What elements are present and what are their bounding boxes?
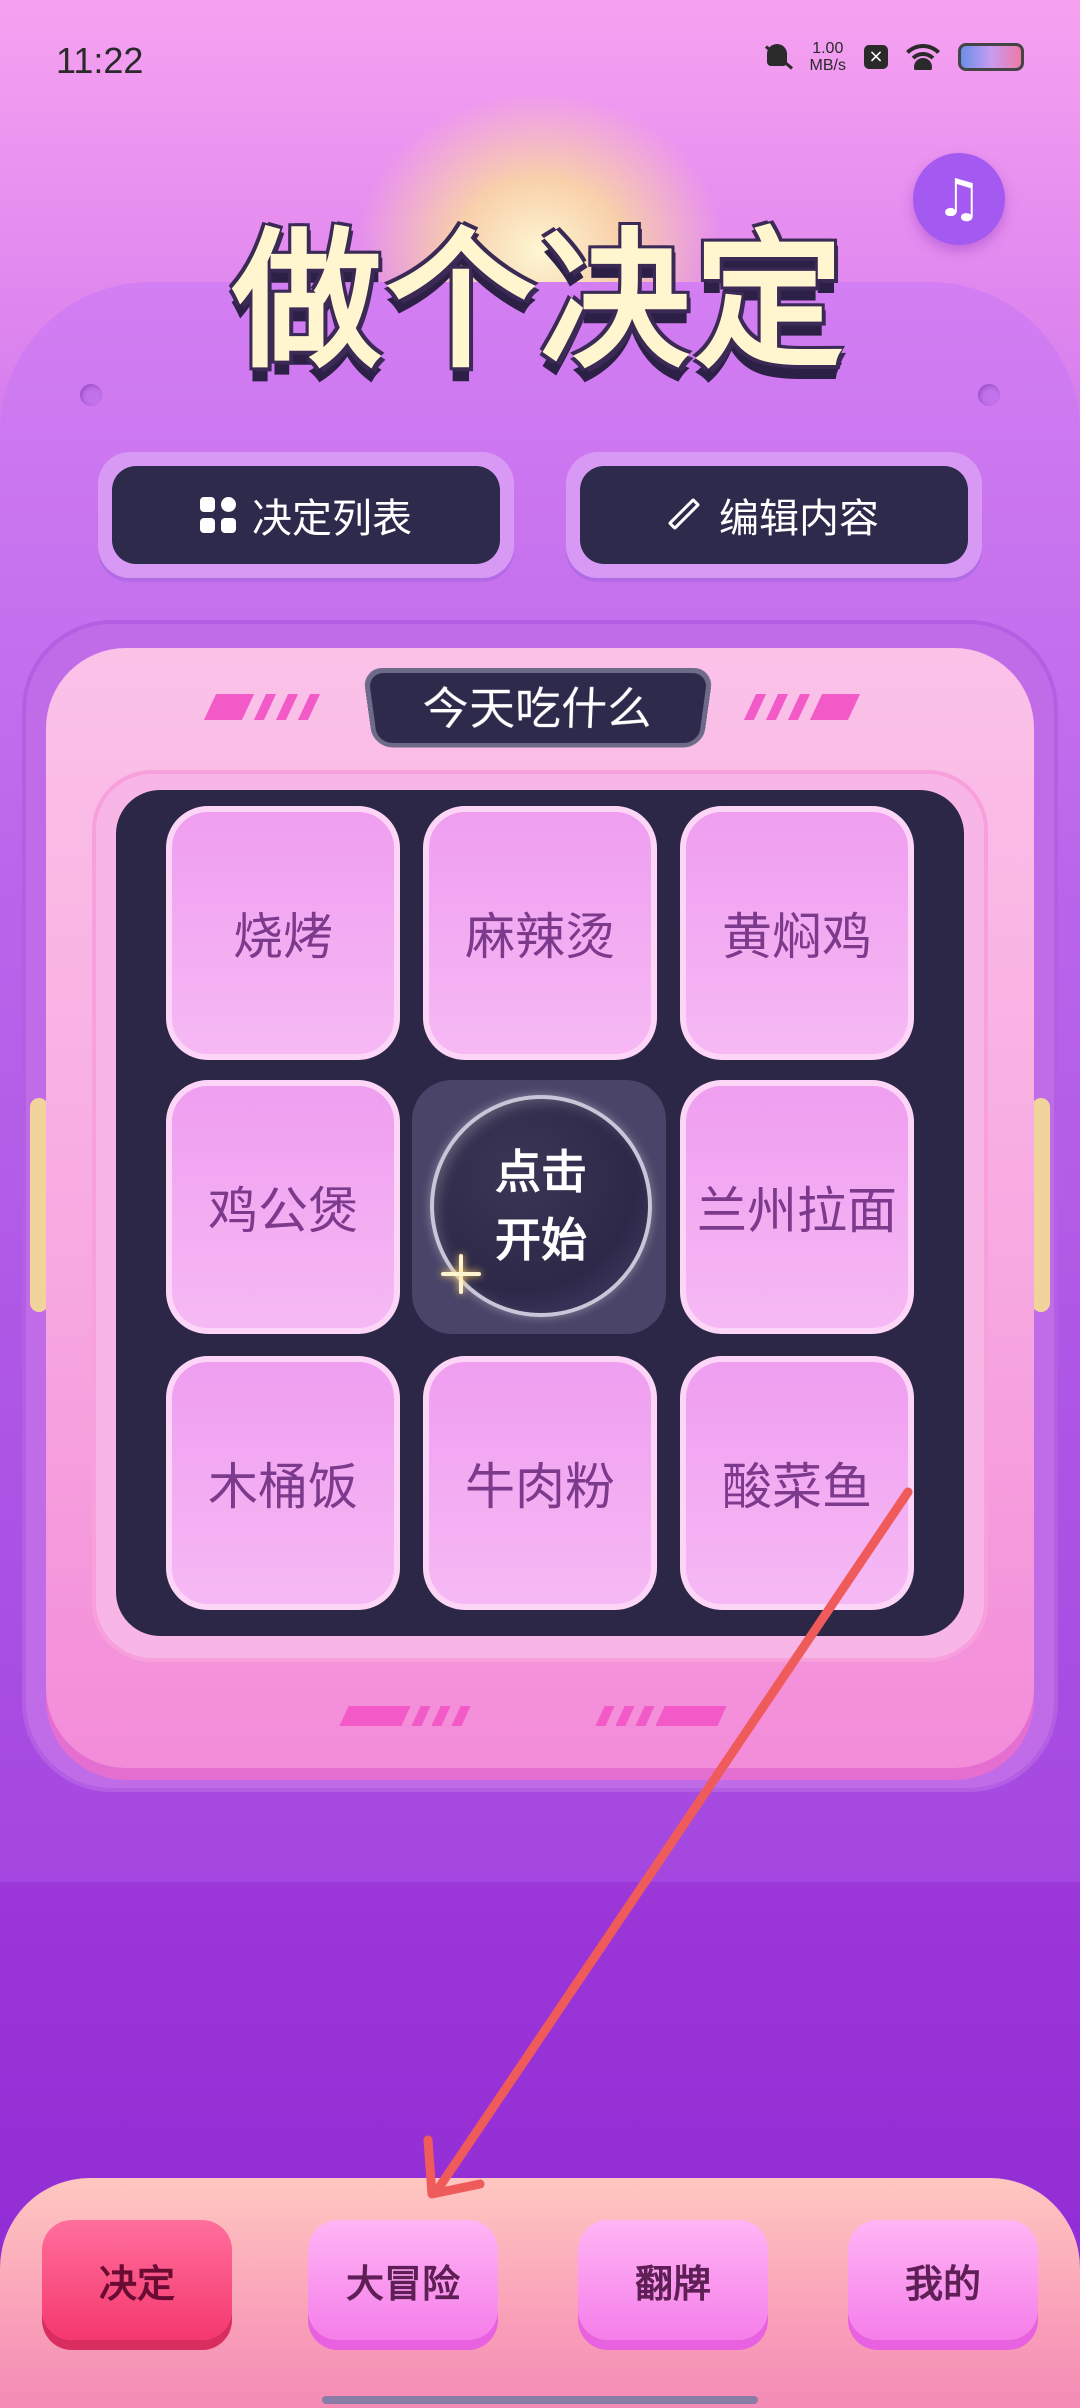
option-cell[interactable]: 麻辣烫 [423,806,657,1060]
option-cell[interactable]: 黄焖鸡 [680,806,914,1060]
option-cell[interactable]: 牛肉粉 [423,1356,657,1610]
tab-adventure[interactable]: 大冒险 [308,2220,498,2340]
option-cell[interactable]: 鸡公煲 [166,1080,400,1334]
side-knob-right [1032,1098,1050,1312]
battery-icon [958,43,1024,71]
panel-screw-right [978,384,1000,406]
start-button-line1: 点击 [495,1145,587,1199]
option-cell[interactable]: 酸菜鱼 [680,1356,914,1610]
option-cell[interactable]: 木桶饭 [166,1356,400,1610]
status-icons: 1.00 MB/s × [762,40,1024,74]
tab-decide[interactable]: 决定 [42,2220,232,2340]
topic-label: 今天吃什么 [362,667,714,748]
bottom-stripes-right [595,1706,727,1726]
tab-mine[interactable]: 我的 [848,2220,1038,2340]
option-cell[interactable]: 烧烤 [166,806,400,1060]
pencil-icon [669,498,703,532]
decision-list-button[interactable]: 决定列表 [98,452,514,578]
start-button-line2: 开始 [495,1213,587,1267]
tag-stripes-left [203,694,321,720]
network-speed-unit: MB/s [809,57,846,74]
network-speed-value: 1.00 [812,40,844,57]
edit-content-button-face[interactable]: 编辑内容 [580,466,968,564]
decision-list-button-face[interactable]: 决定列表 [112,466,500,564]
bottom-stripes-left [339,1706,471,1726]
page-title: 做个决定 [231,215,848,389]
network-speed: 1.00 MB/s [810,40,846,74]
status-time: 11:22 [56,40,144,81]
mute-bell-icon [762,42,792,72]
home-indicator [322,2396,758,2404]
decision-list-label: 决定列表 [252,496,412,542]
edit-content-button[interactable]: 编辑内容 [566,452,982,578]
wifi-icon [906,44,940,70]
grid-icon [200,497,236,533]
tab-flip-card[interactable]: 翻牌 [578,2220,768,2340]
option-cell[interactable]: 兰州拉面 [680,1080,914,1334]
close-notification-icon: × [864,45,888,69]
sparkle-icon [441,1254,481,1294]
edit-content-label: 编辑内容 [719,496,879,542]
panel-screw-left [80,384,102,406]
tag-stripes-right [743,694,861,720]
